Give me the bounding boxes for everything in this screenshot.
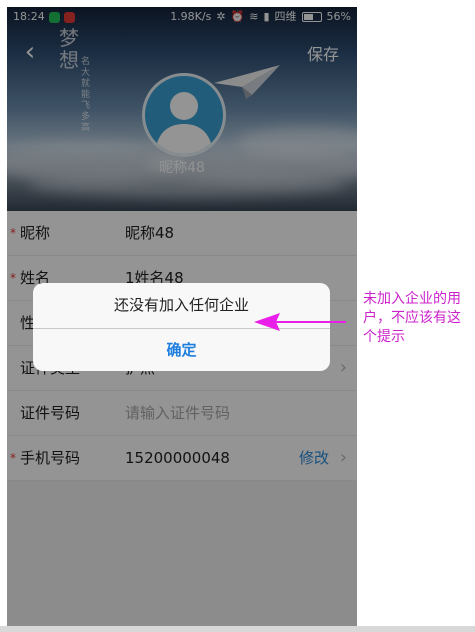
bottom-divider — [0, 626, 475, 632]
annotation-note: 未加入企业的用户，不应该有这个提示 — [363, 291, 461, 345]
annotation-arrow-icon — [254, 313, 346, 331]
confirm-button[interactable]: 确定 — [33, 329, 330, 371]
